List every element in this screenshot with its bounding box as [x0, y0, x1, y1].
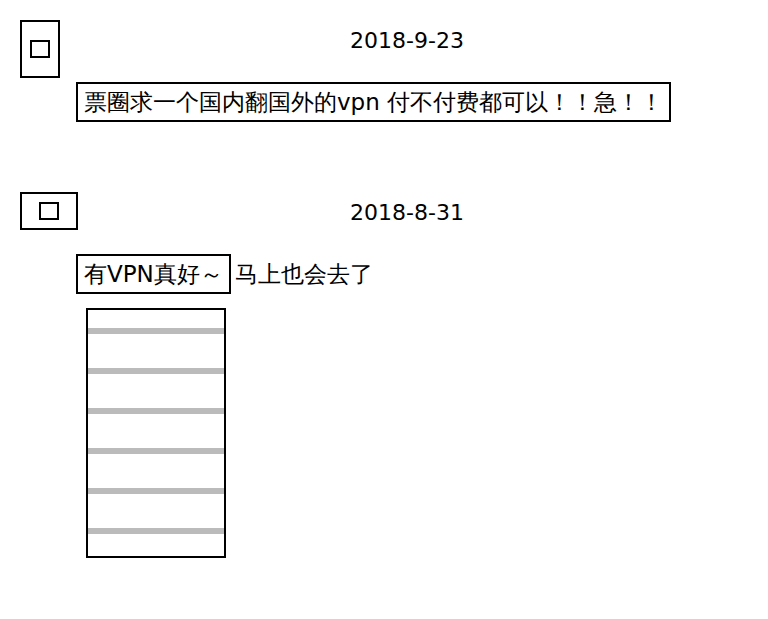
avatar-icon — [39, 202, 59, 220]
post-image[interactable] — [86, 308, 226, 558]
post: 2018-8-31 有VPN真好～马上也会去了 — [20, 192, 738, 558]
avatar[interactable] — [20, 192, 78, 230]
post-text: 有VPN真好～马上也会去了 — [76, 254, 738, 294]
avatar-icon — [30, 40, 50, 58]
highlighted-text: 有VPN真好～ — [76, 254, 231, 294]
post: 2018-9-23 票圈求一个国内翻国外的vpn 付不付费都可以！！急！！ — [20, 20, 738, 122]
avatar[interactable] — [20, 20, 60, 78]
highlighted-text: 票圈求一个国内翻国外的vpn 付不付费都可以！！急！！ — [76, 82, 671, 122]
post-date: 2018-8-31 — [76, 192, 738, 228]
post-content: 2018-9-23 票圈求一个国内翻国外的vpn 付不付费都可以！！急！！ — [76, 20, 738, 122]
post-date: 2018-9-23 — [76, 20, 738, 56]
post-text: 票圈求一个国内翻国外的vpn 付不付费都可以！！急！！ — [76, 82, 738, 122]
feed: 2018-9-23票圈求一个国内翻国外的vpn 付不付费都可以！！急！！2018… — [0, 0, 768, 619]
text-segment: 马上也会去了 — [231, 254, 377, 294]
post-content: 2018-8-31 有VPN真好～马上也会去了 — [76, 192, 738, 558]
